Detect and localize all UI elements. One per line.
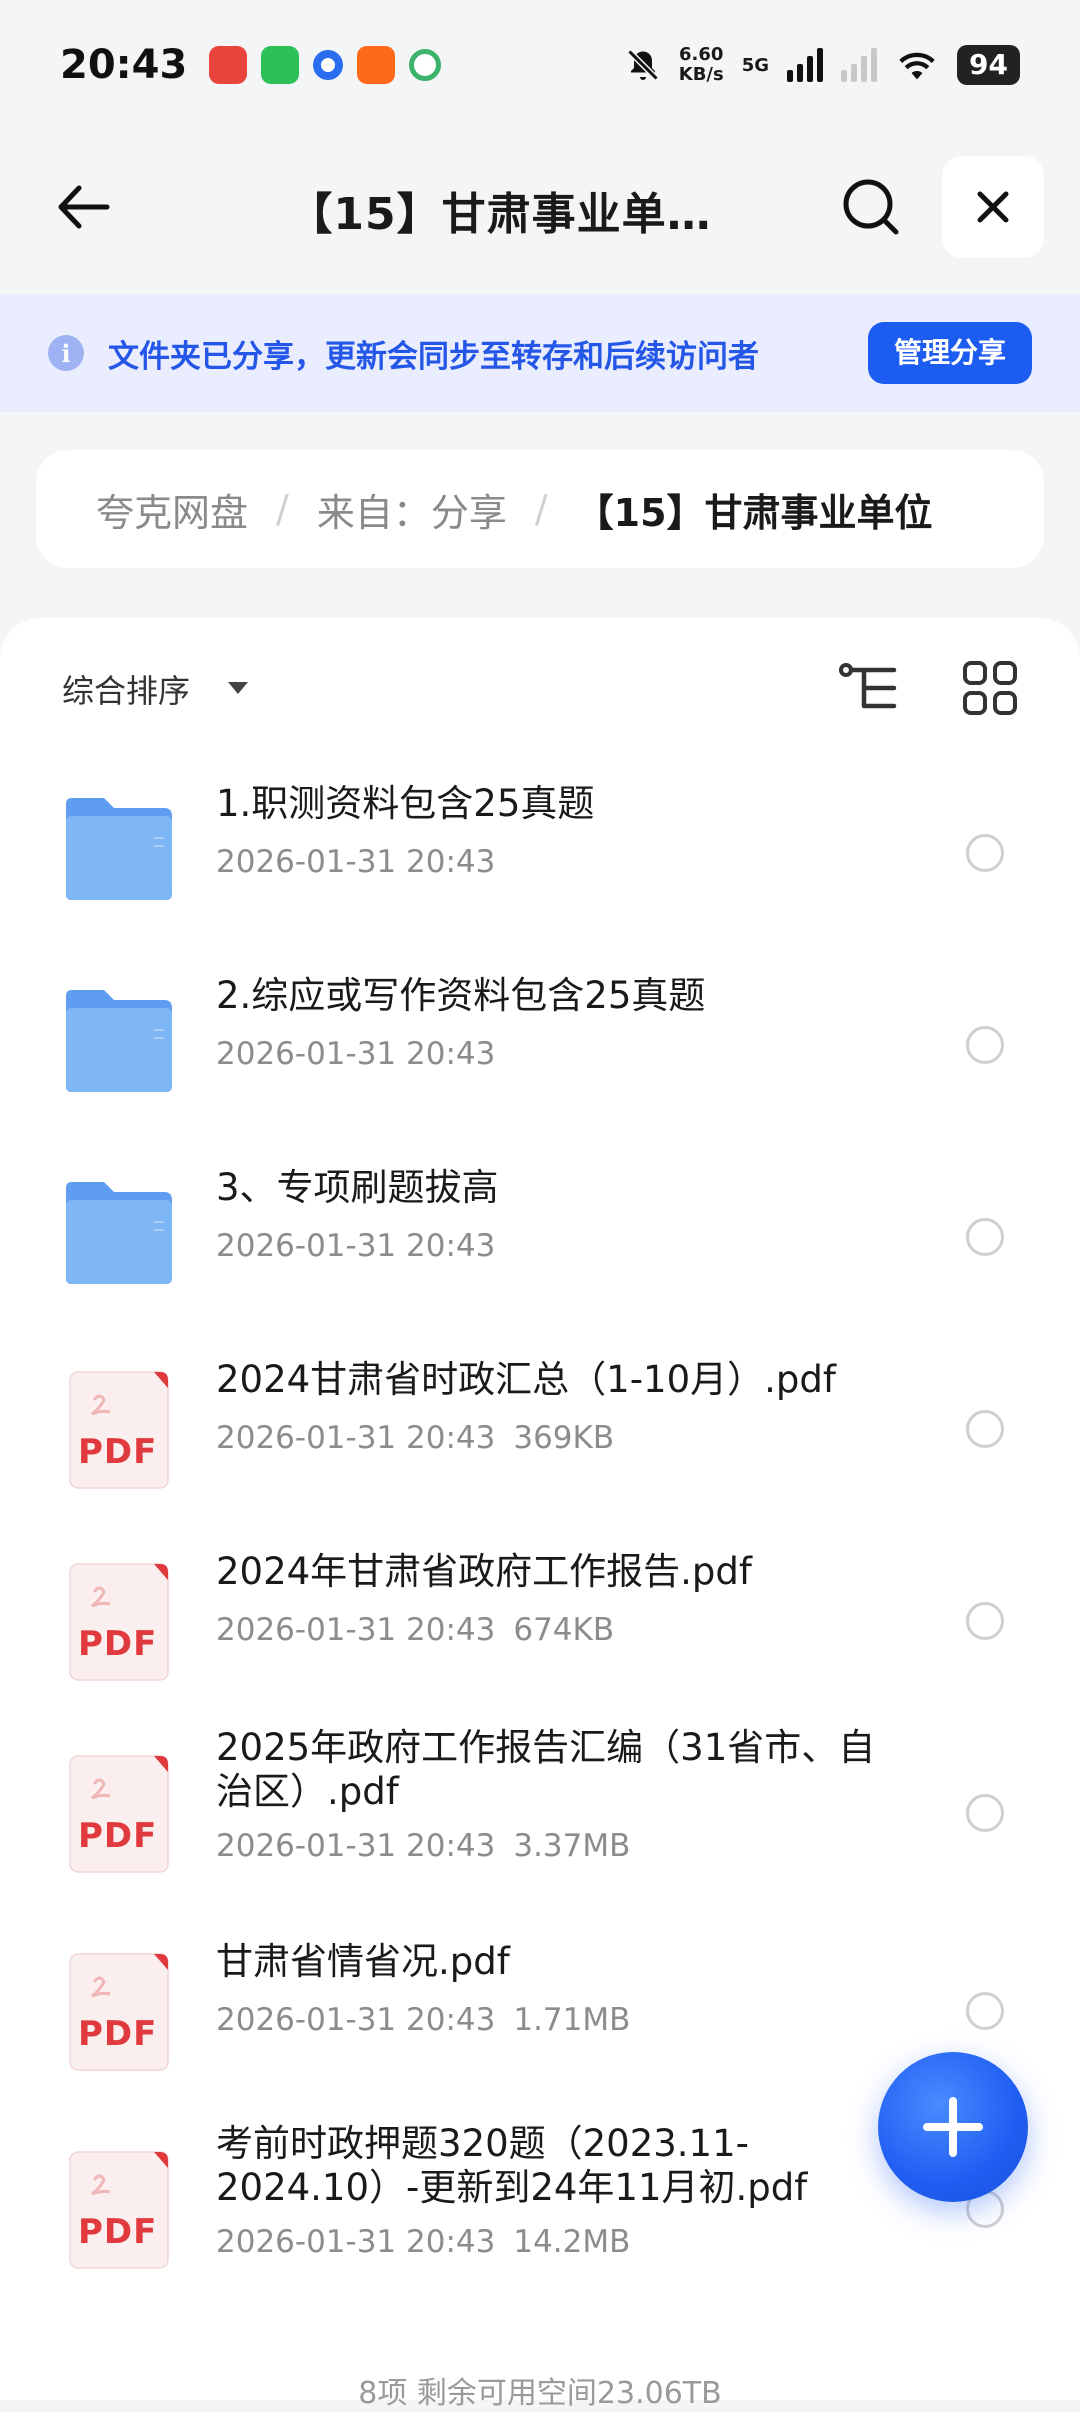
speed-unit: KB/s xyxy=(678,64,724,85)
pdf-label: PDF xyxy=(78,2212,158,2252)
back-arrow-icon xyxy=(58,185,110,229)
select-radio[interactable] xyxy=(966,1794,1004,1832)
file-date: 2026-01-31 20:43 xyxy=(216,1612,496,1648)
select-radio[interactable] xyxy=(966,1026,1004,1064)
speed-value: 6.60 xyxy=(679,44,724,65)
pdf-label: PDF xyxy=(78,1816,158,1856)
file-name: 2024年甘肃省政府工作报告.pdf xyxy=(216,1550,752,1593)
file-meta: 2026-01-31 20:43 xyxy=(216,844,495,880)
breadcrumb-separator: / xyxy=(534,487,548,531)
status-time: 20:43 xyxy=(60,42,188,88)
pdf-label: PDF xyxy=(78,2014,158,2054)
network-speed: 6.60 KB/s xyxy=(679,45,724,85)
pdf-file-icon: PDF xyxy=(64,1754,174,1873)
file-meta: 2026-01-31 20:43 1.71MB xyxy=(216,2002,630,2038)
taobao-icon xyxy=(357,46,396,84)
file-name: 1.职测资料包含25真题 xyxy=(216,782,595,825)
close-icon xyxy=(977,191,1009,223)
notice-text: 文件夹已分享，更新会同步至转存和后续访问者 xyxy=(108,338,759,375)
page-title: 【15】甘肃事业单… xyxy=(288,189,712,240)
pdf-label: PDF xyxy=(78,1624,158,1664)
grid-view-icon[interactable] xyxy=(962,660,1018,716)
pdf-file-icon: PDF xyxy=(64,1370,174,1489)
file-date: 2026-01-31 20:43 xyxy=(216,1228,496,1264)
file-meta: 2026-01-31 20:43 xyxy=(216,1036,495,1072)
share-notice-banner: i 文件夹已分享，更新会同步至转存和后续访问者 管理分享 xyxy=(0,294,1080,412)
select-radio[interactable] xyxy=(966,834,1004,872)
file-date: 2026-01-31 20:43 xyxy=(216,2224,496,2260)
app-notification-icon xyxy=(209,46,248,84)
close-button[interactable] xyxy=(942,156,1044,258)
breadcrumb: 夸克网盘 / 来自：分享 / 【15】甘肃事业单位 xyxy=(36,450,1044,568)
file-row[interactable]: 3、专项刷题拔高 2026-01-31 20:43 xyxy=(0,1140,1080,1332)
pdf-file-icon: PDF xyxy=(64,1952,174,2071)
file-name: 3、专项刷题拔高 xyxy=(216,1166,499,1209)
file-size: 369KB xyxy=(513,1420,615,1456)
info-icon: i xyxy=(48,335,84,371)
mute-bell-icon xyxy=(627,49,659,81)
notification-icons xyxy=(209,46,442,84)
file-date: 2026-01-31 20:43 xyxy=(216,1036,496,1072)
search-button[interactable] xyxy=(836,172,906,242)
storage-summary: 8项 剩余可用空间23.06TB xyxy=(358,2376,722,2411)
sort-dropdown[interactable]: 综合排序 xyxy=(62,666,190,712)
file-row[interactable]: PDF 2024甘肃省时政汇总（1-10月）.pdf 2026-01-31 20:4… xyxy=(0,1332,1080,1524)
search-icon xyxy=(843,179,899,235)
file-name: 甘肃省情省况.pdf xyxy=(216,1940,510,1983)
file-row[interactable]: PDF 2024年甘肃省政府工作报告.pdf 2026-01-31 20:43 674… xyxy=(0,1524,1080,1716)
file-size: 14.2MB xyxy=(513,2224,631,2260)
file-meta: 2026-01-31 20:43 674KB xyxy=(216,1612,614,1648)
select-radio[interactable] xyxy=(966,1602,1004,1640)
plus-icon xyxy=(923,2097,983,2157)
app-notification-icon xyxy=(409,49,442,81)
select-radio[interactable] xyxy=(966,1992,1004,2030)
network-type: 5G xyxy=(741,54,770,76)
list-toolbar: 综合排序 xyxy=(0,618,1080,758)
breadcrumb-item-current: 【15】甘肃事业单位 xyxy=(575,490,933,535)
pdf-label: PDF xyxy=(78,1432,158,1472)
file-meta: 2026-01-31 20:43 xyxy=(216,1228,495,1264)
file-date: 2026-01-31 20:43 xyxy=(216,1420,496,1456)
breadcrumb-item-share[interactable]: 来自：分享 xyxy=(317,482,507,537)
file-name: 2025年政府工作报告汇编（31省市、自治区）.pdf xyxy=(216,1726,876,1813)
tree-view-icon[interactable] xyxy=(838,660,900,716)
signal-icon xyxy=(787,48,824,82)
file-size: 1.71MB xyxy=(513,2002,631,2038)
manage-share-button[interactable]: 管理分享 xyxy=(867,322,1032,384)
file-row[interactable]: 2.综应或写作资料包含25真题 2026-01-31 20:43 xyxy=(0,948,1080,1140)
file-row[interactable]: PDF 2025年政府工作报告汇编（31省市、自治区）.pdf 2026-01-31… xyxy=(0,1716,1080,1908)
top-bar: 【15】甘肃事业单… xyxy=(0,150,1080,260)
status-bar: 20:43 6.60 KB/s 5G 94 xyxy=(0,0,1080,130)
select-radio[interactable] xyxy=(966,1410,1004,1448)
back-button[interactable] xyxy=(48,172,118,242)
pdf-file-icon: PDF xyxy=(64,1562,174,1681)
app-notification-icon xyxy=(313,50,344,80)
folder-icon xyxy=(64,986,174,1096)
select-radio[interactable] xyxy=(966,1218,1004,1256)
file-date: 2026-01-31 20:43 xyxy=(216,844,496,880)
breadcrumb-separator: / xyxy=(276,487,289,531)
folder-icon xyxy=(64,1178,174,1288)
wifi-icon xyxy=(899,52,935,80)
folder-icon xyxy=(64,794,174,904)
file-meta: 2026-01-31 20:43 3.37MB xyxy=(216,1828,630,1864)
breadcrumb-item-root[interactable]: 夸克网盘 xyxy=(96,482,248,537)
caret-down-icon[interactable] xyxy=(228,682,248,694)
file-date: 2026-01-31 20:43 xyxy=(216,1828,496,1864)
file-meta: 2026-01-31 20:43 14.2MB xyxy=(216,2224,630,2260)
battery-indicator: 94 xyxy=(957,45,1020,85)
file-name: 2024甘肃省时政汇总（1-10月）.pdf xyxy=(216,1358,836,1401)
file-name: 2.综应或写作资料包含25真题 xyxy=(216,974,706,1017)
add-button[interactable] xyxy=(878,2052,1028,2202)
file-meta: 2026-01-31 20:43 369KB xyxy=(216,1420,614,1456)
signal-sim2-icon xyxy=(841,48,878,82)
wechat-icon xyxy=(261,46,300,84)
file-date: 2026-01-31 20:43 xyxy=(216,2002,496,2038)
pdf-file-icon: PDF xyxy=(64,2150,174,2269)
file-row[interactable]: 1.职测资料包含25真题 2026-01-31 20:43 xyxy=(0,756,1080,948)
file-name: 考前时政押题320题（2023.11-2024.10）-更新到24年11月初.p… xyxy=(216,2122,808,2209)
file-size: 674KB xyxy=(513,1612,615,1648)
file-size: 3.37MB xyxy=(513,1828,631,1864)
